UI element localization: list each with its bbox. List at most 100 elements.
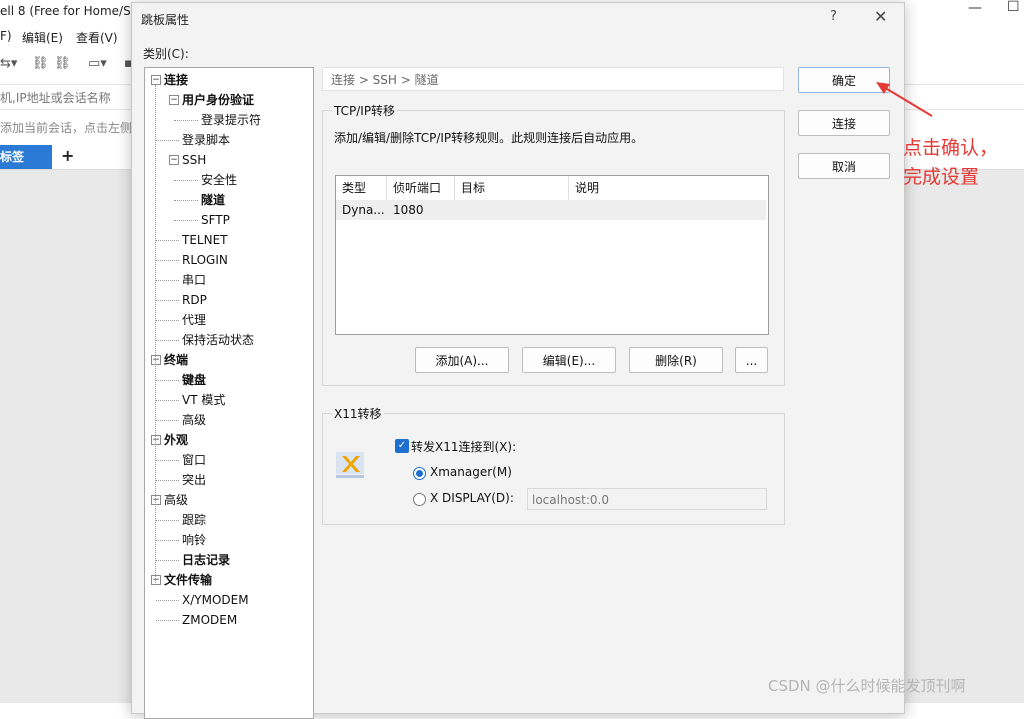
breadcrumb: 连接 > SSH > 隧道 xyxy=(322,67,784,91)
tree-connector xyxy=(174,180,198,181)
tree-connector xyxy=(156,400,179,401)
background-menubar: F) 编辑(E) 查看(V) xyxy=(0,27,140,47)
tree-item[interactable]: 隧道 xyxy=(201,191,225,209)
tree-item[interactable]: VT 模式 xyxy=(182,391,225,409)
xdisplay-label: X DISPLAY(D): xyxy=(430,491,514,505)
tcp-group-title: TCP/IP转移 xyxy=(332,102,398,119)
tree-connector xyxy=(156,560,179,561)
tree-item[interactable]: 终端 xyxy=(164,351,188,369)
tree-connector xyxy=(156,140,179,141)
session-hint-text: 添加当前会话，点击左侧 xyxy=(0,121,133,135)
menu-view[interactable]: 查看(V) xyxy=(76,29,118,46)
tree-item[interactable]: 用户身份验证 xyxy=(182,91,254,109)
tree-collapse-icon[interactable]: − xyxy=(151,75,161,85)
tree-item[interactable]: ZMODEM xyxy=(182,611,237,629)
tree-item[interactable]: 突出 xyxy=(182,471,206,489)
tree-item[interactable]: RLOGIN xyxy=(182,251,228,269)
tree-collapse-icon[interactable]: − xyxy=(151,495,161,505)
menu-edit[interactable]: 编辑(E) xyxy=(22,29,63,46)
tree-item[interactable]: 串口 xyxy=(182,271,206,289)
tree-item[interactable]: RDP xyxy=(182,291,207,309)
forward-x11-checkbox[interactable]: ✓ xyxy=(395,439,409,453)
x11-forwarding-group: X11转移 ✓ 转发X11连接到(X): Xmanager(M) X DISPL… xyxy=(322,405,785,525)
tree-connector xyxy=(174,120,198,121)
link-icon[interactable]: ⛓ xyxy=(32,56,49,71)
watermark: CSDN @什么时候能发顶刊啊 xyxy=(768,677,966,695)
cell-target xyxy=(455,200,569,220)
tree-connector xyxy=(174,220,198,221)
cancel-button[interactable]: 取消 xyxy=(798,153,890,179)
tree-connector xyxy=(156,540,179,541)
tree-connector xyxy=(156,460,179,461)
background-app-title: ell 8 (Free for Home/Scho xyxy=(0,4,153,18)
maximize-icon[interactable]: ☐ xyxy=(1007,0,1020,15)
xmanager-radio[interactable] xyxy=(413,467,426,480)
address-placeholder: 机,IP地址或会话名称 xyxy=(0,91,111,105)
tree-item[interactable]: 安全性 xyxy=(201,171,237,189)
edit-rule-button[interactable]: 编辑(E)... xyxy=(522,347,616,373)
xdisplay-input[interactable]: localhost:0.0 xyxy=(527,488,767,510)
help-icon[interactable]: ? xyxy=(830,9,837,24)
add-rule-button[interactable]: 添加(A)... xyxy=(415,347,509,373)
tree-connector xyxy=(156,620,179,621)
tree-guide-line xyxy=(155,85,156,585)
add-tab-icon[interactable]: + xyxy=(61,146,74,165)
tree-item[interactable]: 日志记录 xyxy=(182,551,230,569)
dialog-title: 跳板属性 xyxy=(141,13,190,27)
tree-connector xyxy=(156,300,179,301)
tree-item[interactable]: 高级 xyxy=(164,491,188,509)
tree-item[interactable]: 跟踪 xyxy=(182,511,206,529)
tree-item[interactable]: 文件传输 xyxy=(164,571,212,589)
cell-description xyxy=(569,200,766,220)
annotation-text: 点击确认， 完成设置 xyxy=(903,134,998,192)
tree-connector xyxy=(156,260,179,261)
xdisplay-radio[interactable] xyxy=(413,493,426,506)
session-tab[interactable]: 标签 xyxy=(0,145,52,169)
tree-item[interactable]: 登录脚本 xyxy=(182,131,230,149)
tree-item[interactable]: TELNET xyxy=(182,231,228,249)
close-icon[interactable]: ✕ xyxy=(874,7,887,26)
minimize-icon[interactable]: — xyxy=(968,0,982,16)
cell-listen-port: 1080 xyxy=(393,203,424,217)
tcp-description: 添加/编辑/删除TCP/IP转移规则。此规则连接后自动应用。 xyxy=(334,131,644,145)
tree-item[interactable]: 窗口 xyxy=(182,451,206,469)
annotation-line-2: 完成设置 xyxy=(903,166,980,188)
tree-item[interactable]: 代理 xyxy=(182,311,206,329)
cell-type: Dyna... xyxy=(342,203,385,217)
x11-group-title: X11转移 xyxy=(332,405,384,422)
tree-collapse-icon[interactable]: − xyxy=(151,435,161,445)
column-header-description[interactable]: 说明 xyxy=(569,176,766,200)
tree-item[interactable]: SFTP xyxy=(201,211,230,229)
tree-item[interactable]: 键盘 xyxy=(182,371,206,389)
tree-collapse-icon[interactable]: − xyxy=(151,355,161,365)
tree-collapse-icon[interactable]: − xyxy=(169,95,179,105)
tree-connector xyxy=(174,200,198,201)
tcp-forwarding-group: TCP/IP转移 添加/编辑/删除TCP/IP转移规则。此规则连接后自动应用。 … xyxy=(322,102,785,386)
new-window-icon[interactable]: ▭▾ xyxy=(88,56,107,71)
column-header-listen-port[interactable]: 侦听端口 xyxy=(387,176,455,200)
more-options-button[interactable]: ... xyxy=(735,347,768,373)
menu-file[interactable]: F) xyxy=(0,29,12,43)
tree-item[interactable]: 登录提示符 xyxy=(201,111,261,129)
category-tree[interactable]: − 连接 − 用户身份验证 登录提示符 登录脚本 − SSH 安全性 隧道 SFTP TELNET RL… xyxy=(144,67,314,719)
tree-item[interactable]: 连接 xyxy=(164,71,188,89)
tree-item[interactable]: 响铃 xyxy=(182,531,206,549)
tree-collapse-icon[interactable]: − xyxy=(151,575,161,585)
xmanager-label: Xmanager(M) xyxy=(430,465,512,479)
delete-rule-button[interactable]: 删除(R) xyxy=(629,347,723,373)
tree-item[interactable]: 高级 xyxy=(182,411,206,429)
tree-collapse-icon[interactable]: − xyxy=(169,155,179,165)
forwarding-rules-table[interactable]: 类型 侦听端口 目标 说明 Dyna... 1080 xyxy=(335,175,769,335)
toolbar-dropdown-icon[interactable]: ⇆▾ xyxy=(0,56,17,71)
tree-item[interactable]: 保持活动状态 xyxy=(182,331,254,349)
xmanager-logo-icon xyxy=(336,452,364,478)
column-header-target[interactable]: 目标 xyxy=(455,176,569,200)
tree-item[interactable]: SSH xyxy=(182,151,206,169)
tree-item[interactable]: 外观 xyxy=(164,431,188,449)
table-row[interactable]: Dyna... 1080 xyxy=(336,200,766,220)
annotation-arrow-icon xyxy=(876,82,933,117)
tree-item[interactable]: X/YMODEM xyxy=(182,591,249,609)
unlink-icon[interactable]: ⛓ xyxy=(54,56,71,71)
annotation-line-1: 点击确认， xyxy=(903,137,999,159)
column-header-type[interactable]: 类型 xyxy=(336,176,387,200)
